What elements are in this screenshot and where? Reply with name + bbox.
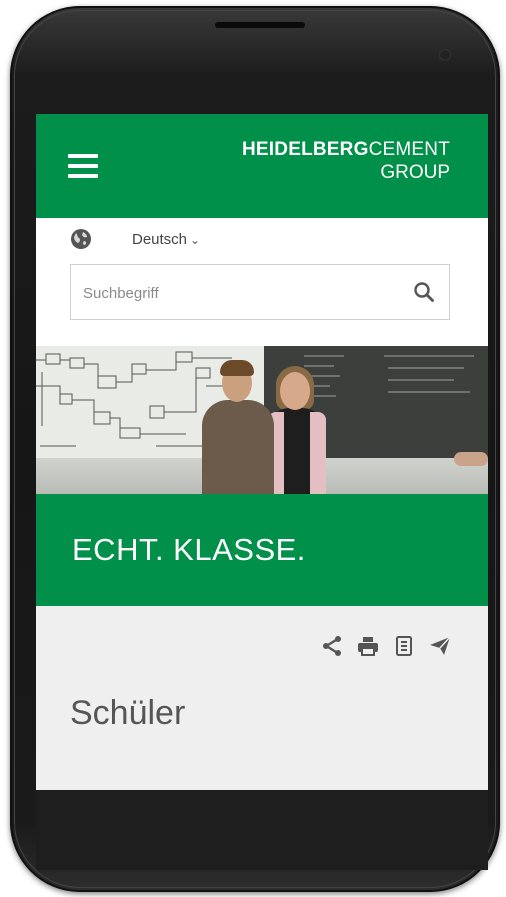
logo-regular-text: CEMENT (368, 139, 450, 160)
phone-camera (440, 50, 450, 60)
share-icon[interactable] (320, 634, 344, 658)
phone-screen: HEIDELBERGCEMENT GROUP Deutsch ⌄ Suchbeg… (36, 114, 488, 790)
site-header: HEIDELBERGCEMENT GROUP (36, 114, 488, 218)
utility-bar: Deutsch ⌄ (36, 218, 488, 346)
hand (454, 452, 488, 466)
page-tools (320, 634, 452, 658)
girl-face (280, 372, 310, 410)
hero-image (36, 346, 488, 494)
banner-title: ECHT. KLASSE. (72, 532, 306, 567)
page-title: Schüler (70, 694, 186, 732)
girl-cardigan-right (310, 412, 326, 494)
hero-banner: ECHT. KLASSE. (36, 494, 488, 606)
search-box (70, 264, 450, 321)
company-logo[interactable]: HEIDELBERGCEMENT GROUP (242, 140, 450, 183)
phone-bottom-bezel (36, 790, 488, 870)
send-icon[interactable] (428, 634, 452, 658)
chevron-down-icon: ⌄ (190, 233, 201, 247)
language-label: Deutsch (132, 231, 188, 248)
search-icon[interactable] (413, 281, 435, 303)
hamburger-menu-icon[interactable] (68, 154, 98, 178)
logo-bold-text: HEIDELBERG (242, 139, 369, 160)
document-icon[interactable] (392, 634, 416, 658)
print-icon[interactable] (356, 634, 380, 658)
boy-hair (220, 360, 254, 376)
logo-group-text: GROUP (380, 161, 450, 183)
boy-student (202, 400, 274, 494)
search-input[interactable] (81, 265, 405, 321)
phone-speaker (215, 22, 305, 28)
globe-icon (71, 229, 91, 249)
language-selector[interactable]: Deutsch ⌄ (132, 231, 200, 248)
